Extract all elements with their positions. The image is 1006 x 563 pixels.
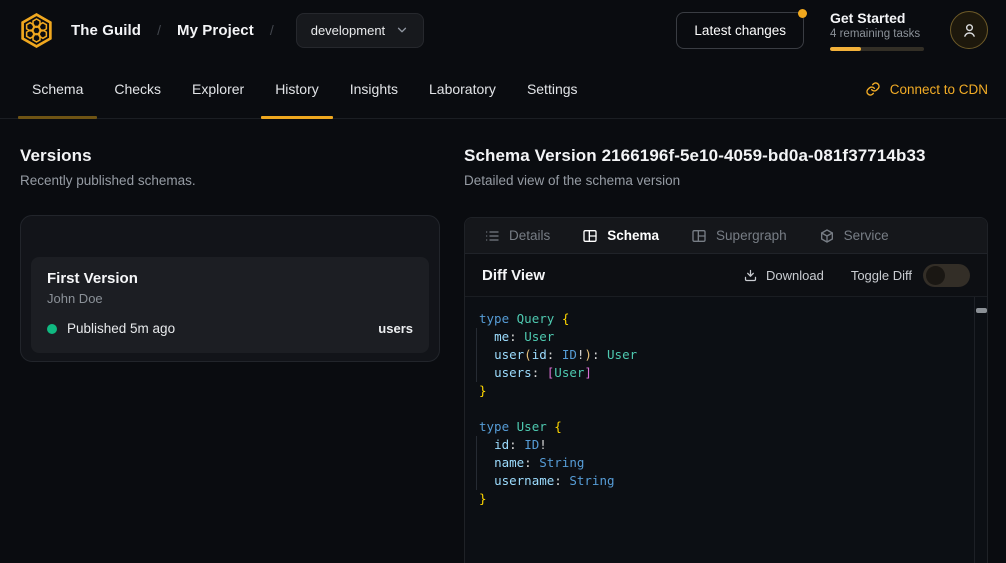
tab-underline [261,116,333,119]
toggle-knob [926,266,945,285]
get-started-title: Get Started [830,10,924,26]
schema-version-title: Schema Version 2166196f-5e10-4059-bd0a-0… [464,146,988,166]
tab-service[interactable]: Service [819,228,889,244]
detail-tabs: Details Schema Supergraph Service [465,218,987,254]
toggle-diff-control: Toggle Diff [851,264,970,287]
list-icon [484,228,500,244]
chevron-down-icon [395,23,409,37]
diff-view-title: Diff View [482,267,545,284]
versions-card: First Version John Doe Published 5m ago … [20,215,440,362]
get-started-widget[interactable]: Get Started 4 remaining tasks [830,10,924,51]
code-line: me: User [479,328,963,346]
tab-schema-view[interactable]: Schema [582,228,659,244]
app-header: The Guild / My Project / development Lat… [0,0,1006,60]
notification-dot [798,9,807,18]
tab-insights[interactable]: Insights [336,60,412,118]
panels-icon [582,228,598,244]
hive-logo-icon[interactable] [18,12,55,49]
code-line: name: String [479,454,963,472]
service-name-badge: users [378,321,413,336]
get-started-progress-track [830,47,924,51]
person-icon [961,22,978,39]
target-selector-dropdown[interactable]: development [296,13,424,48]
version-list-item[interactable]: First Version John Doe Published 5m ago … [31,257,429,353]
tab-laboratory[interactable]: Laboratory [415,60,510,118]
tab-settings[interactable]: Settings [513,60,592,118]
version-status-row: Published 5m ago users [47,321,413,336]
code-line: } [479,490,963,508]
user-avatar[interactable] [950,11,988,49]
toggle-diff-switch[interactable] [923,264,970,287]
breadcrumb-separator: / [270,22,274,38]
breadcrumb-project[interactable]: My Project [177,22,254,39]
versions-subtitle: Recently published schemas. [20,173,440,188]
code-line: id: ID! [479,436,963,454]
code-line: } [479,382,963,400]
version-author: John Doe [47,291,413,306]
main-nav: Schema Checks Explorer History Insights … [0,60,1006,119]
code-line [479,400,963,418]
version-status-text: Published 5m ago [67,321,175,336]
panels-icon [691,228,707,244]
link-icon [865,81,881,97]
get-started-progress-fill [830,47,861,51]
download-icon [743,268,758,283]
indent-guide [476,436,477,490]
scrollbar-thumb[interactable] [976,308,987,313]
box-icon [819,228,835,244]
code-line: username: String [479,472,963,490]
connect-to-cdn-link[interactable]: Connect to CDN [865,81,988,97]
get-started-subtitle: 4 remaining tasks [830,28,924,40]
tab-history[interactable]: History [261,60,333,118]
indent-guide [476,328,477,382]
code-viewer: type Query { me: User user(id: ID!): Use… [465,297,987,563]
code-block: type Query { me: User user(id: ID!): Use… [479,310,963,508]
target-selector-value: development [311,23,385,38]
breadcrumb-org[interactable]: The Guild [71,22,141,39]
schema-version-detail: Schema Version 2166196f-5e10-4059-bd0a-0… [464,146,988,563]
latest-changes-button[interactable]: Latest changes [676,12,804,49]
toggle-diff-label: Toggle Diff [851,268,912,283]
code-line: type User { [479,418,963,436]
tab-explorer[interactable]: Explorer [178,60,258,118]
code-line: user(id: ID!): User [479,346,963,364]
code-line: type Query { [479,310,963,328]
code-scrollbar[interactable] [974,297,987,563]
detail-panel: Details Schema Supergraph Service Diff V… [464,217,988,563]
versions-title: Versions [20,146,440,166]
tab-schema[interactable]: Schema [18,60,97,118]
nav-tabs: Schema Checks Explorer History Insights … [18,60,595,118]
published-status-dot [47,324,57,334]
tab-checks[interactable]: Checks [100,60,175,118]
main-content: Versions Recently published schemas. Fir… [0,119,1006,563]
version-name: First Version [47,270,413,287]
tab-supergraph[interactable]: Supergraph [691,228,787,244]
code-line: users: [User] [479,364,963,382]
diff-header: Diff View Download Toggle Diff [465,254,987,297]
breadcrumb-separator: / [157,22,161,38]
tab-underline [18,116,97,119]
tab-details[interactable]: Details [484,228,550,244]
versions-panel: Versions Recently published schemas. Fir… [20,146,440,563]
schema-version-subtitle: Detailed view of the schema version [464,173,988,188]
download-button[interactable]: Download [743,268,824,283]
